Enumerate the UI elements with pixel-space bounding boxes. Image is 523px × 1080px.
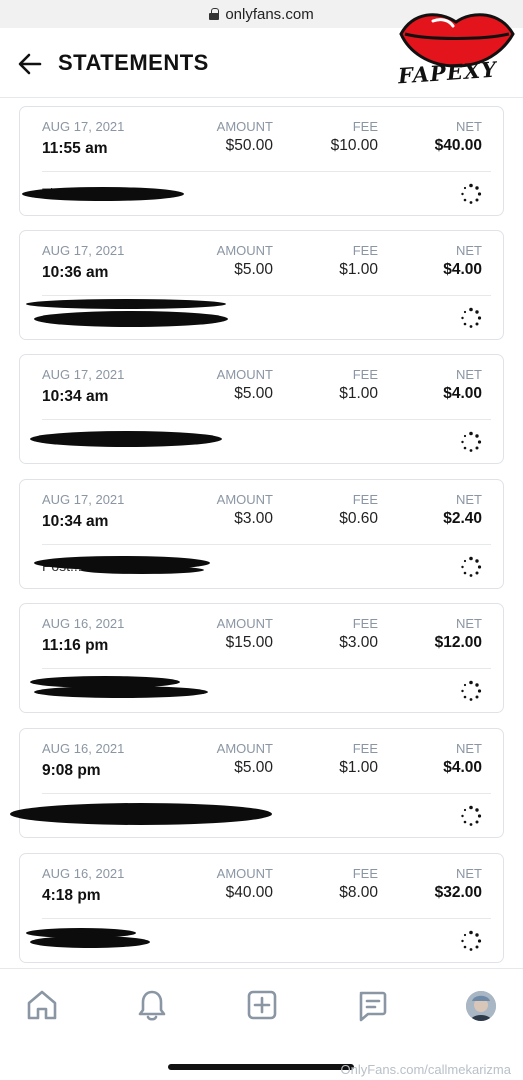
net-label: NET	[456, 866, 482, 881]
amount-label: AMOUNT	[216, 866, 273, 881]
amount-value: $5.00	[234, 261, 273, 278]
redaction-scribble	[80, 566, 204, 574]
net-value: $4.00	[443, 759, 482, 776]
back-arrow-icon[interactable]	[16, 50, 44, 78]
statement-date: AUG 17, 2021	[42, 243, 125, 258]
statement-time: 10:36 am	[42, 264, 109, 281]
redaction-scribble	[34, 686, 208, 698]
page-title: STATEMENTS	[58, 50, 209, 75]
statement-card[interactable]: AUG 17, 2021 10:34 am AMOUNT $3.00 FEE $0.…	[19, 479, 504, 589]
fee-value: $1.00	[339, 759, 378, 776]
card-divider	[42, 793, 491, 794]
amount-value: $5.00	[234, 385, 273, 402]
watermark-text: OnlyFans.com/callmekarizma	[340, 1062, 512, 1077]
net-label: NET	[456, 616, 482, 631]
add-post-icon[interactable]	[244, 987, 280, 1023]
fee-value: $3.00	[339, 634, 378, 651]
net-label: NET	[456, 367, 482, 382]
statement-card[interactable]: AUG 17, 2021 10:34 am AMOUNT $5.00 FEE $1.…	[19, 354, 504, 464]
net-value: $4.00	[443, 261, 482, 278]
pending-spinner-icon	[461, 307, 482, 328]
fee-label: FEE	[352, 492, 378, 507]
card-divider	[42, 668, 491, 669]
fee-label: FEE	[352, 367, 378, 382]
net-value: $2.40	[443, 510, 482, 527]
redaction-scribble	[22, 187, 184, 201]
amount-label: AMOUNT	[216, 367, 273, 382]
fee-value: $0.60	[339, 510, 378, 527]
statement-time: 11:55 am	[42, 140, 108, 157]
fee-label: FEE	[352, 866, 378, 881]
amount-value: $5.00	[234, 759, 273, 776]
fee-label: FEE	[352, 741, 378, 756]
statement-date: AUG 17, 2021	[42, 367, 125, 382]
statement-time: 11:16 pm	[42, 637, 109, 654]
redaction-scribble	[10, 803, 272, 825]
statement-date: AUG 16, 2021	[42, 741, 125, 756]
card-divider	[42, 295, 491, 296]
lock-icon	[209, 8, 220, 20]
pending-spinner-icon	[461, 183, 482, 204]
net-value: $4.00	[443, 385, 482, 402]
pending-spinner-icon	[461, 431, 482, 452]
card-divider	[42, 171, 491, 172]
net-value: $32.00	[434, 884, 482, 901]
net-value: $40.00	[434, 137, 482, 154]
amount-value: $50.00	[225, 137, 273, 154]
statement-card[interactable]: AUG 17, 2021 11:55 am AMOUNT $50.00 FEE $1…	[19, 106, 504, 216]
statement-card[interactable]: AUG 16, 2021 11:16 pm AMOUNT $15.00 FEE $3…	[19, 603, 504, 713]
statement-card[interactable]: AUG 16, 2021 9:08 pm AMOUNT $5.00 FEE $1.0…	[10, 728, 504, 838]
pending-spinner-icon	[461, 805, 482, 826]
fee-value: $8.00	[339, 884, 378, 901]
net-label: NET	[456, 243, 482, 258]
redaction-scribble	[30, 936, 150, 948]
statement-time: 4:18 pm	[42, 887, 101, 904]
home-icon[interactable]	[24, 987, 60, 1023]
net-value: $12.00	[434, 634, 482, 651]
pending-spinner-icon	[461, 556, 482, 577]
bottom-tab-bar	[0, 968, 523, 1044]
statement-card[interactable]: AUG 16, 2021 4:18 pm AMOUNT $40.00 FEE $8.…	[19, 853, 504, 963]
bell-icon[interactable]	[134, 987, 170, 1023]
card-divider	[42, 918, 491, 919]
fee-value: $1.00	[339, 385, 378, 402]
redaction-scribble	[34, 311, 228, 327]
redaction-scribble	[26, 299, 226, 309]
amount-value: $3.00	[234, 510, 273, 527]
avatar[interactable]	[466, 991, 496, 1021]
net-label: NET	[456, 741, 482, 756]
statement-time: 9:08 pm	[42, 762, 101, 779]
amount-label: AMOUNT	[216, 243, 273, 258]
fee-label: FEE	[352, 119, 378, 134]
fee-label: FEE	[352, 616, 378, 631]
fee-value: $1.00	[339, 261, 378, 278]
amount-value: $40.00	[225, 884, 273, 901]
redaction-scribble	[30, 431, 222, 447]
fee-value: $10.00	[330, 137, 378, 154]
statement-date: AUG 17, 2021	[42, 119, 125, 134]
statements-list: AUG 17, 2021 11:55 am AMOUNT $50.00 FEE $1…	[0, 98, 523, 968]
pending-spinner-icon	[461, 930, 482, 951]
net-label: NET	[456, 492, 482, 507]
avatar-image	[466, 991, 496, 1021]
statement-card[interactable]: AUG 17, 2021 10:36 am AMOUNT $5.00 FEE $1.…	[19, 230, 504, 340]
statement-date: AUG 16, 2021	[42, 866, 125, 881]
amount-label: AMOUNT	[216, 616, 273, 631]
statement-date: AUG 17, 2021	[42, 492, 125, 507]
amount-label: AMOUNT	[216, 119, 273, 134]
statement-time: 10:34 am	[42, 388, 109, 405]
url-text: onlyfans.com	[225, 5, 314, 23]
amount-value: $15.00	[225, 634, 273, 651]
card-divider	[42, 419, 491, 420]
messages-icon[interactable]	[354, 987, 390, 1023]
pending-spinner-icon	[461, 680, 482, 701]
amount-label: AMOUNT	[216, 492, 273, 507]
statement-time: 10:34 am	[42, 513, 109, 530]
statement-date: AUG 16, 2021	[42, 616, 125, 631]
amount-label: AMOUNT	[216, 741, 273, 756]
home-indicator	[168, 1064, 354, 1070]
net-label: NET	[456, 119, 482, 134]
fee-label: FEE	[352, 243, 378, 258]
card-divider	[42, 544, 491, 545]
